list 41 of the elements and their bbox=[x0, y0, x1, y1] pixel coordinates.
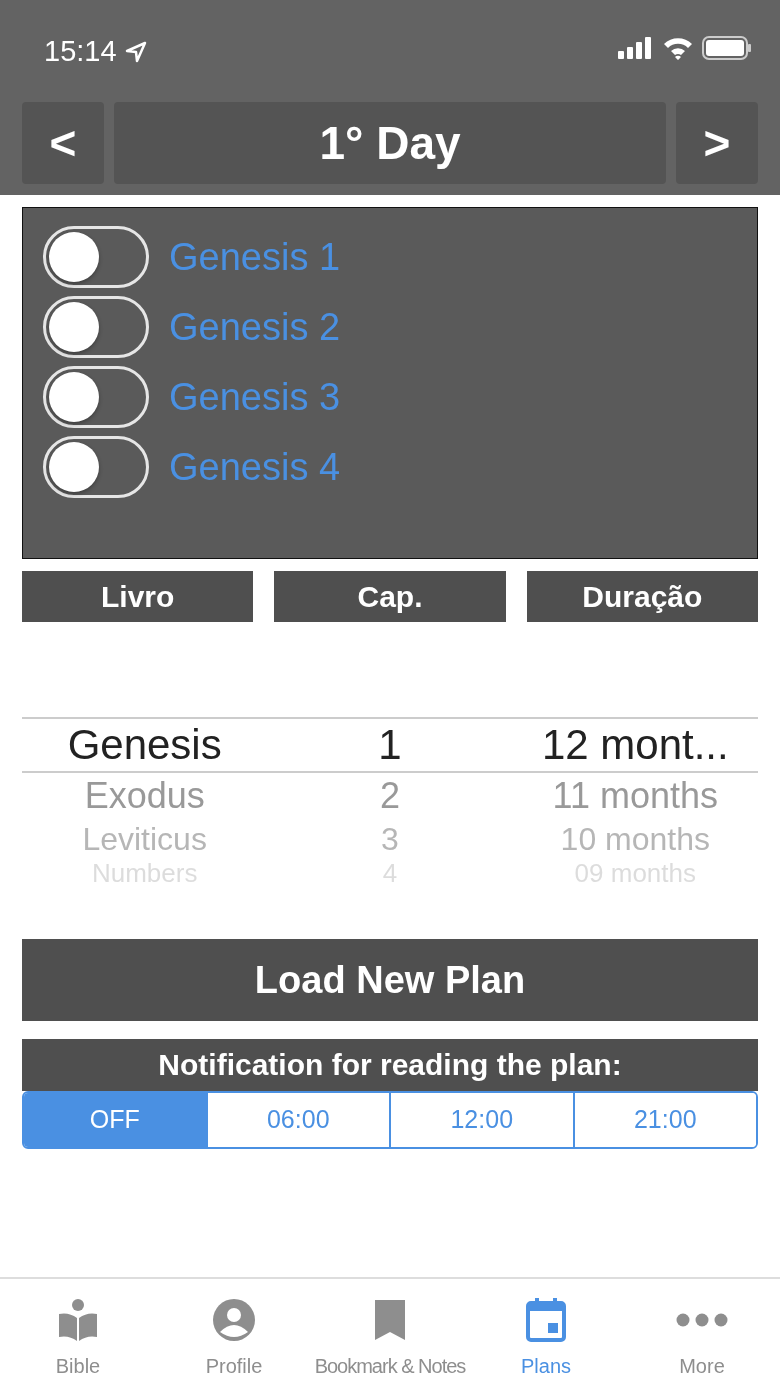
picker-text: 11 months bbox=[551, 778, 720, 814]
day-title: 1° Day bbox=[114, 102, 666, 184]
battery-icon bbox=[702, 36, 752, 60]
picker-text: Exodus bbox=[83, 778, 206, 814]
tab-bar-item[interactable]: Profile bbox=[156, 1297, 312, 1387]
more-icon bbox=[676, 1313, 728, 1327]
signal-icon bbox=[618, 37, 654, 59]
tab-bar-item[interactable]: Plans bbox=[468, 1297, 624, 1387]
picker-row[interactable]: Genesis 1 12 mont... bbox=[22, 717, 758, 773]
chapter-label: Genesis 4 bbox=[169, 444, 341, 490]
tab-bar-item[interactable]: Bookmark & Notes bbox=[312, 1297, 468, 1387]
picker-text: Genesis bbox=[66, 724, 223, 766]
picker-text: 2 bbox=[378, 778, 401, 814]
chapter-label: Genesis 2 bbox=[169, 304, 341, 350]
wifi-icon bbox=[662, 36, 694, 60]
picker-text: 3 bbox=[380, 823, 400, 855]
picker-text: 12 mont... bbox=[540, 724, 730, 766]
column-header: Duração bbox=[526, 571, 758, 622]
column-header: Cap. bbox=[274, 571, 506, 622]
chapter-label: Genesis 1 bbox=[169, 234, 341, 280]
calendar-icon bbox=[526, 1298, 566, 1342]
segment-option[interactable]: 21:00 bbox=[572, 1093, 756, 1147]
status-time: 15:14 bbox=[44, 34, 117, 69]
notification-title: Notification for reading the plan: bbox=[22, 1039, 758, 1091]
picker-row[interactable]: Leviticus 3 10 months bbox=[22, 819, 758, 859]
book-icon bbox=[58, 1298, 98, 1342]
previous-day-button[interactable]: < bbox=[22, 102, 104, 184]
picker-text: 1 bbox=[377, 724, 403, 766]
picker-text: Leviticus bbox=[81, 823, 208, 855]
person-icon bbox=[212, 1298, 256, 1342]
picker-text: 10 months bbox=[559, 823, 712, 855]
tab-bar-item[interactable]: Bible bbox=[0, 1297, 156, 1387]
bookmark-icon bbox=[374, 1299, 406, 1341]
location-icon bbox=[124, 40, 147, 63]
next-day-button[interactable]: > bbox=[676, 102, 758, 184]
chapter-label: Genesis 3 bbox=[169, 374, 341, 420]
tab-bar-item[interactable]: More bbox=[624, 1297, 780, 1387]
picker-row[interactable]: Exodus 2 11 months bbox=[22, 773, 758, 819]
column-header: Livro bbox=[22, 571, 254, 622]
segment-option[interactable]: OFF bbox=[24, 1093, 206, 1147]
load-plan-button[interactable]: Load New Plan bbox=[22, 939, 758, 1021]
